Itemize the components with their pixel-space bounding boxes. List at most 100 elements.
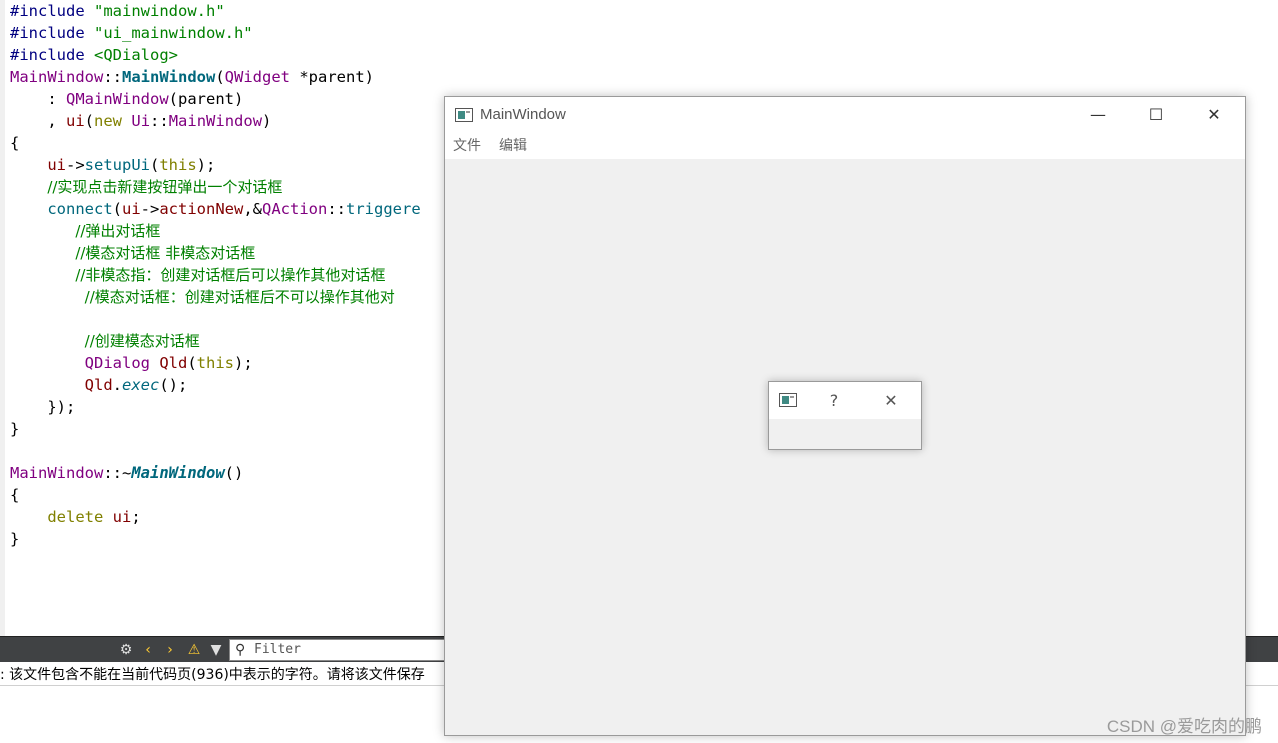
filter-funnel-icon[interactable]: ▼ [206,640,226,660]
code-token: : [10,90,66,108]
close-button[interactable]: ✕ [1191,97,1237,133]
code-token: ; [131,508,141,526]
code-token: ,& [243,200,263,218]
dialog-window-icon [779,393,797,407]
dialog-help-button[interactable]: ? [819,382,849,419]
code-token: } [10,530,20,548]
menu-file[interactable]: 文件 [453,133,481,159]
code-token: . [112,376,122,394]
code-token: :: [103,68,122,86]
code-token: Qld [84,376,113,394]
code-line[interactable]: #include <QDialog> [10,44,178,66]
code-token: ); [196,156,216,174]
code-line[interactable]: //创建模态对话框 [10,330,200,352]
main-window-titlebar[interactable]: MainWindow — ☐ ✕ [445,97,1245,133]
code-line[interactable]: delete ui; [10,506,141,528]
code-token: MainWindow [10,68,104,86]
code-line[interactable]: #include "mainwindow.h" [10,0,225,22]
code-token: MainWindow [131,464,225,482]
app-window-icon [455,108,473,122]
code-token: { [10,486,20,504]
code-token: Ui [131,112,151,130]
code-token: exec [122,376,160,394]
code-line[interactable]: { [10,484,19,506]
code-token: #include [10,2,94,20]
next-item-icon[interactable]: › [160,640,180,660]
code-line[interactable]: Qld.exec(); [10,374,188,396]
code-token: ui [122,200,141,218]
code-line[interactable]: { [10,132,19,154]
code-token: QMainWindow [66,90,169,108]
code-token: { [10,134,20,152]
dialog-close-button[interactable]: ✕ [876,382,906,419]
filter-input[interactable]: ⚲ Filter [229,639,445,661]
code-token: ( [187,354,197,372]
maximize-button[interactable]: ☐ [1133,97,1179,133]
code-line[interactable]: : QMainWindow(parent) [10,88,243,110]
code-token: //非模态指：创建对话框后可以操作其他对话框 [75,266,386,284]
code-line[interactable]: //非模态指：创建对话框后可以操作其他对话框 [10,264,385,286]
code-line[interactable]: #include "ui_mainwindow.h" [10,22,253,44]
issue-message[interactable]: : 该文件包含不能在当前代码页(936)中表示的字符。请将该文件保存 [0,664,425,686]
warning-filter-icon[interactable]: ⚠ [184,640,204,660]
code-token: ); [234,354,253,372]
code-token: ui [66,112,85,130]
code-token: } [10,420,20,438]
code-token: setupUi [84,156,150,174]
main-window-title: MainWindow [480,106,566,123]
code-token: MainWindow [10,464,104,482]
code-token: ( [150,156,160,174]
code-token: this [159,156,197,174]
code-line[interactable]: } [10,418,19,440]
code-token: triggere [346,200,421,218]
code-token: ui [112,508,132,526]
code-token: ( [215,68,225,86]
dialog-titlebar[interactable]: ? ✕ [769,382,921,419]
code-token: }); [10,398,76,416]
code-token: //创建模态对话框 [84,332,200,350]
code-line[interactable]: //实现点击新建按钮弹出一个对话框 [10,176,282,198]
code-token: actionNew [159,200,244,218]
code-line[interactable]: }); [10,396,75,418]
code-line[interactable]: } [10,528,19,550]
code-line[interactable]: //弹出对话框 [10,220,160,242]
code-line[interactable]: , ui(new Ui::MainWindow) [10,110,271,132]
code-line[interactable]: connect(ui->actionNew,&QAction::triggere [10,198,421,220]
csdn-watermark: CSDN @爱吃肉的鹏 [1106,717,1262,736]
code-token: Qld [159,354,188,372]
code-token: new [94,112,123,130]
code-token: MainWindow [168,112,263,130]
code-line[interactable]: //模态对话框 非模态对话框 [10,242,255,264]
build-config-icon[interactable]: ⚙ [116,640,136,660]
code-token: *parent) [290,68,374,86]
menu-edit[interactable]: 编辑 [499,133,527,159]
menu-bar: 文件 编辑 [445,133,1245,159]
code-token: //模态对话框 非模态对话框 [75,244,256,262]
code-line[interactable]: MainWindow::MainWindow(QWidget *parent) [10,66,374,88]
code-token: :: [327,200,347,218]
code-token: -> [66,156,85,174]
code-line[interactable]: //模态对话框：创建对话框后不可以操作其他对 [10,286,395,308]
code-line[interactable]: MainWindow::~MainWindow() [10,462,243,484]
code-token: ::~ [103,464,132,482]
code-token: :: [150,112,169,130]
code-line[interactable]: ui->setupUi(this); [10,154,215,176]
code-token: QAction [262,200,328,218]
code-token: connect [47,200,113,218]
minimize-button[interactable]: — [1075,97,1121,133]
modal-dialog[interactable]: ? ✕ [768,381,922,450]
code-token: this [196,354,234,372]
code-line[interactable]: QDialog Qld(this); [10,352,253,374]
code-token: ( [112,200,122,218]
previous-item-icon[interactable]: ‹ [138,640,158,660]
